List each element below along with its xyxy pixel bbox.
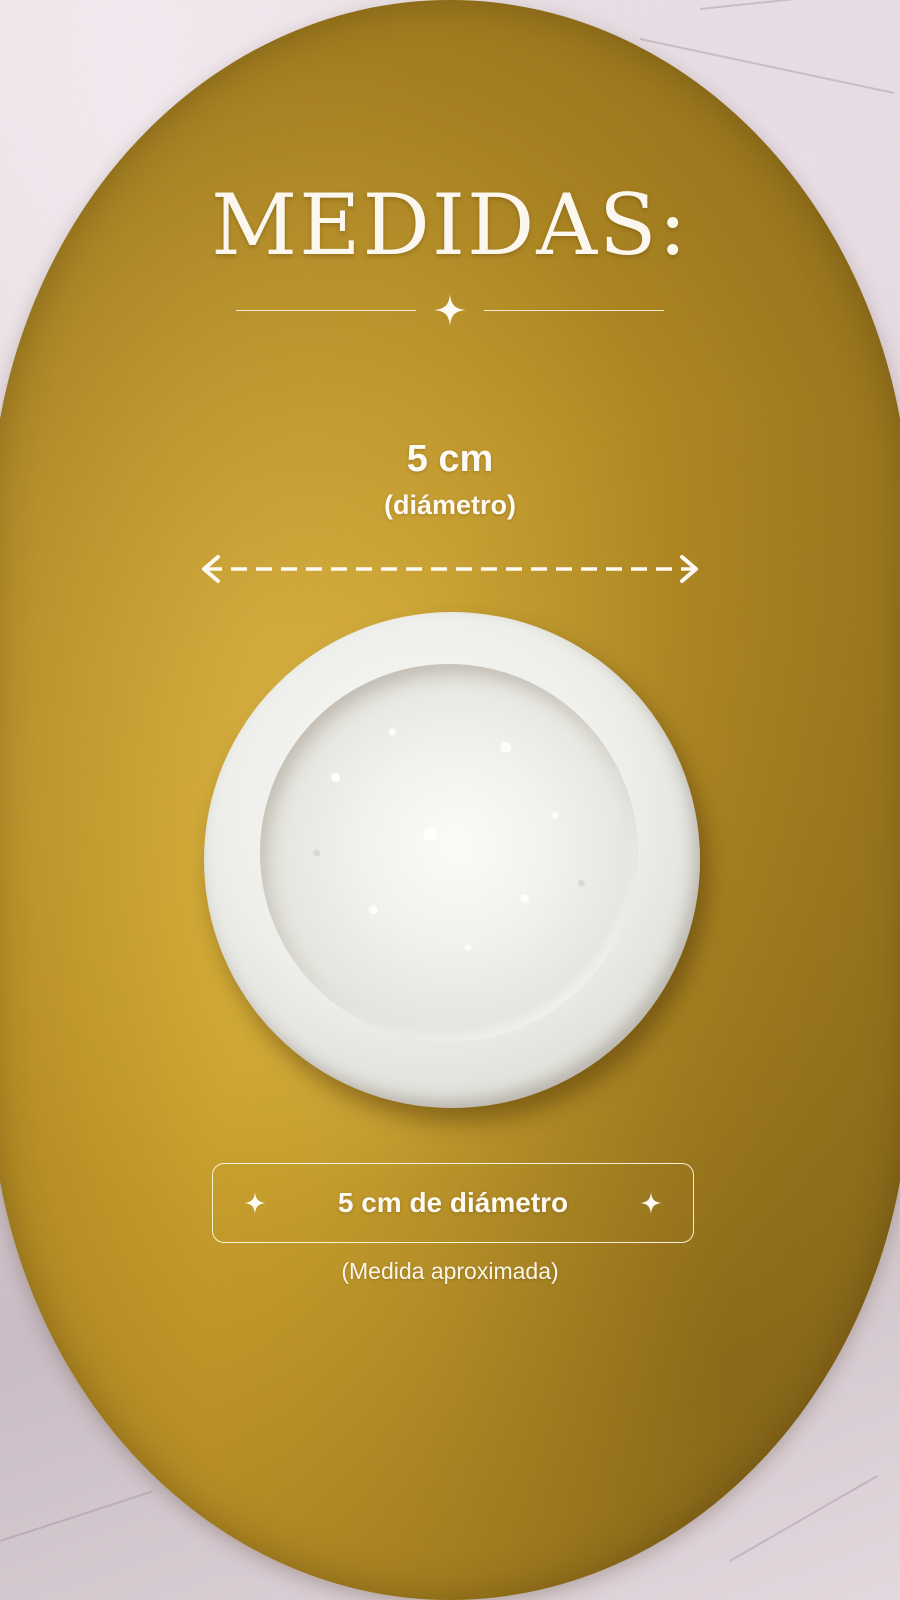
divider-line-right (484, 310, 664, 311)
marble-vein (0, 1490, 153, 1542)
marble-vein (699, 0, 900, 10)
measurement-value: 5 cm (406, 438, 494, 480)
double-arrow-dashed-icon (202, 555, 698, 583)
measurement-label: (diámetro) (383, 490, 516, 520)
product-dish (204, 612, 700, 1108)
marble-vein (729, 1475, 878, 1562)
approximate-note: (Medida aproximada) (341, 1258, 559, 1284)
sparkle-icon (434, 294, 466, 326)
dish-contents (260, 664, 638, 1042)
page-title: MEDIDAS: (211, 176, 689, 274)
badge-label: 5 cm de diámetro (337, 1187, 569, 1218)
measurement-badge: 5 cm de diámetro (212, 1163, 694, 1243)
sparkle-icon (640, 1192, 662, 1214)
divider-line-left (236, 310, 416, 311)
dish-texture (260, 664, 638, 1042)
